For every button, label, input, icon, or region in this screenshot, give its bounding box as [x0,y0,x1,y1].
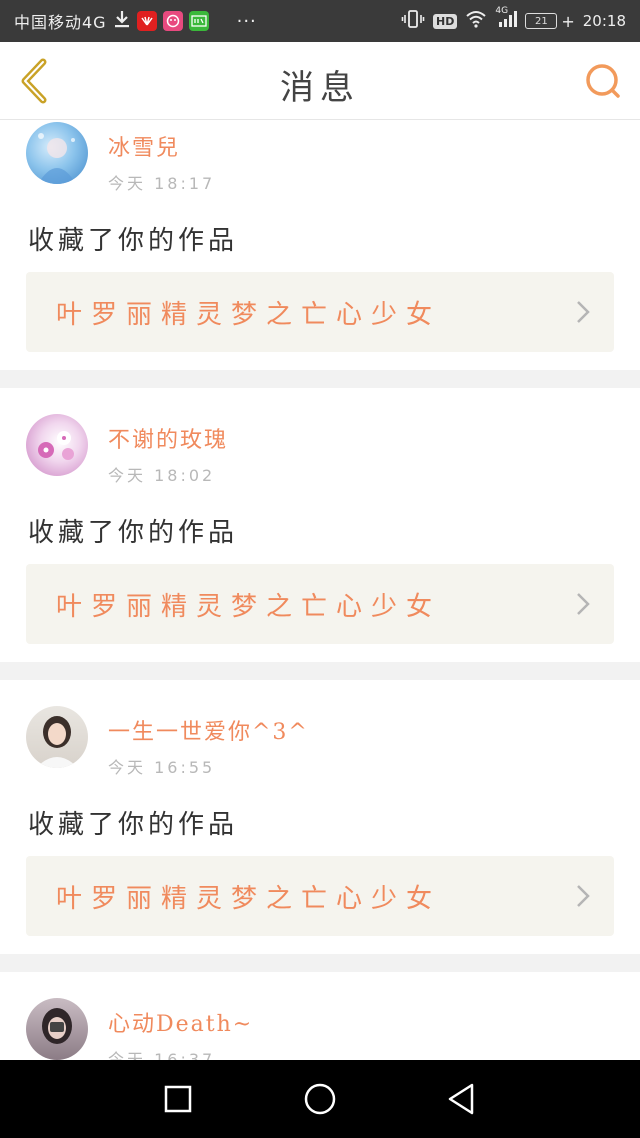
huawei-app-icon [136,11,157,31]
back-icon [448,1083,474,1115]
chevron-right-icon [577,885,590,907]
signal-icon: 4G [495,6,518,32]
avatar[interactable] [26,998,88,1060]
work-card[interactable]: 叶罗丽精灵梦之亡心少女 [26,272,614,352]
hd-badge: HD [433,13,458,29]
work-title: 叶罗丽精灵梦之亡心少女 [56,884,442,914]
iqiyi-app-icon [188,11,209,31]
avatar[interactable] [26,122,88,184]
message-item: 不谢的玫瑰 今天 18:02 收藏了你的作品 叶罗丽精灵梦之亡心少女 [0,388,640,662]
work-card[interactable]: 叶罗丽精灵梦之亡心少女 [26,564,614,644]
app-header: 消息 [0,42,640,120]
timestamp: 今天 18:02 [108,466,216,485]
action-text: 收藏了你的作品 [28,810,239,840]
avatar[interactable] [26,706,88,768]
message-item: 冰雪兒 今天 18:17 收藏了你的作品 叶罗丽精灵梦之亡心少女 [0,120,640,370]
search-button[interactable] [582,60,626,104]
recent-apps-button[interactable] [158,1079,198,1119]
network-type: 4G [495,6,509,16]
nav-back-button[interactable] [442,1079,482,1119]
username[interactable]: 冰雪兒 [108,130,180,162]
action-text: 收藏了你的作品 [28,518,239,548]
carrier-label: 中国移动4G [14,13,107,32]
message-item: 心动Death~ 今天 16:37 [0,972,640,1060]
message-list[interactable]: 冰雪兒 今天 18:17 收藏了你的作品 叶罗丽精灵梦之亡心少女 不谢的玫瑰 今… [0,120,640,1060]
avatar-image [42,1008,72,1044]
avatar[interactable] [26,414,88,476]
battery-icon: 21 [525,13,558,29]
username[interactable]: 一生一世爱你^3^ [108,714,309,746]
timestamp: 今天 18:17 [108,174,216,193]
status-bar: 中国移动4G ··· HD 4G 21 + 20:18 [0,0,640,42]
battery-level: 21 [534,15,548,27]
username[interactable]: 心动Death~ [108,1006,253,1038]
home-button[interactable] [300,1079,340,1119]
message-item: 一生一世爱你^3^ 今天 16:55 收藏了你的作品 叶罗丽精灵梦之亡心少女 [0,680,640,954]
vibrate-icon [401,9,425,33]
download-icon [113,9,131,33]
timestamp: 今天 16:37 [108,1050,216,1060]
work-title: 叶罗丽精灵梦之亡心少女 [56,592,442,622]
avatar-image [38,133,76,184]
system-nav-bar [0,1060,640,1138]
pink-app-icon [162,11,183,31]
recent-apps-icon [164,1085,192,1113]
more-notifications: ··· [236,10,257,32]
search-icon [586,64,620,98]
timestamp: 今天 16:55 [108,758,216,777]
work-card[interactable]: 叶罗丽精灵梦之亡心少女 [26,856,614,936]
separator [0,370,640,388]
chevron-right-icon [577,301,590,323]
action-text: 收藏了你的作品 [28,226,239,256]
work-title: 叶罗丽精灵梦之亡心少女 [56,300,442,330]
charging-icon: + [561,11,575,31]
chevron-right-icon [577,593,590,615]
avatar-image [38,431,74,460]
username[interactable]: 不谢的玫瑰 [108,422,228,454]
home-icon [304,1083,336,1115]
separator [0,662,640,680]
wifi-icon [465,10,487,32]
avatar-image [36,716,78,768]
page-title: 消息 [280,68,360,108]
separator [0,954,640,972]
clock: 20:18 [582,12,626,30]
